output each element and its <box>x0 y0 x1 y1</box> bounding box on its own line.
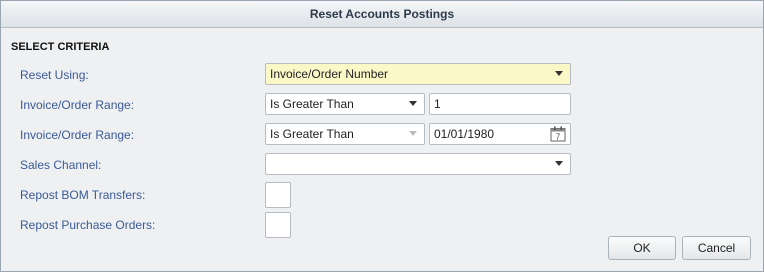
cancel-button[interactable]: Cancel <box>682 236 751 260</box>
reset-using-select[interactable]: Invoice/Order Number <box>265 63 571 85</box>
reset-using-value: Invoice/Order Number <box>270 67 389 81</box>
reset-using-label: Reset Using: <box>20 68 89 82</box>
section-title: SELECT CRITERIA <box>11 41 110 53</box>
range1-value-input[interactable]: 1 <box>429 93 571 115</box>
reset-accounts-dialog: Reset Accounts Postings SELECT CRITERIA … <box>0 0 764 272</box>
repost-bom-checkbox[interactable] <box>265 182 291 208</box>
repost-po-label: Repost Purchase Orders: <box>20 218 156 232</box>
repost-bom-label: Repost BOM Transfers: <box>20 188 146 202</box>
chevron-down-icon <box>409 101 417 106</box>
range2-date-value: 01/01/1980 <box>434 127 495 141</box>
chevron-down-icon <box>555 161 563 166</box>
ok-button[interactable]: OK <box>608 236 676 260</box>
range2-operator-select[interactable]: Is Greater Than <box>265 123 425 145</box>
repost-po-checkbox[interactable] <box>265 212 291 238</box>
calendar-icon[interactable]: 7 <box>550 126 566 142</box>
chevron-down-icon <box>409 131 417 136</box>
invoice-range-label-1: Invoice/Order Range: <box>20 98 135 112</box>
dialog-title: Reset Accounts Postings <box>1 1 763 28</box>
sales-channel-select[interactable] <box>265 153 571 175</box>
invoice-range-label-2: Invoice/Order Range: <box>20 128 135 142</box>
range1-operator-value: Is Greater Than <box>270 97 354 111</box>
chevron-down-icon <box>555 71 563 76</box>
svg-text:7: 7 <box>556 133 561 142</box>
range1-operator-select[interactable]: Is Greater Than <box>265 93 425 115</box>
range2-operator-value: Is Greater Than <box>270 127 354 141</box>
sales-channel-label: Sales Channel: <box>20 158 102 172</box>
range1-value: 1 <box>434 97 441 111</box>
range2-date-input[interactable]: 01/01/1980 7 <box>429 123 571 145</box>
